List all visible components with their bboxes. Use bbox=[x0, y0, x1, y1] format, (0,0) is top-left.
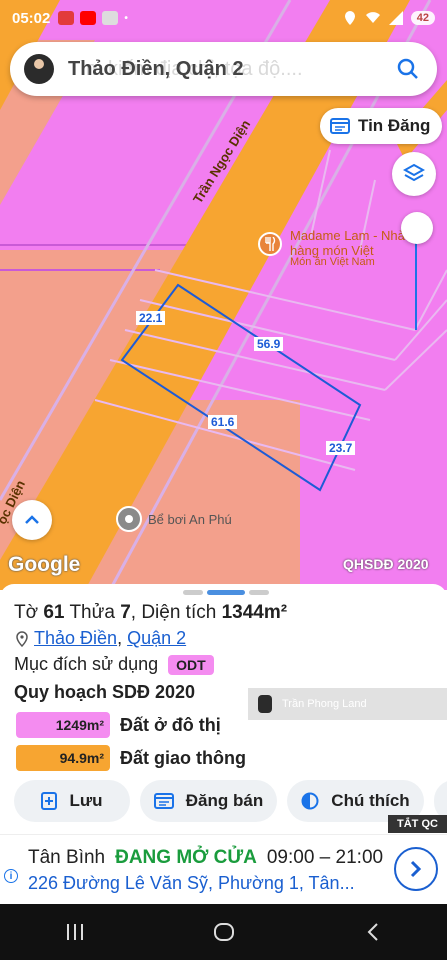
avatar[interactable] bbox=[24, 54, 54, 84]
plan-title: Quy hoạch SDĐ 2020 bbox=[14, 682, 196, 702]
layers-button[interactable] bbox=[392, 152, 436, 196]
back-icon bbox=[367, 923, 378, 941]
zone-label: Đất ở đô thị bbox=[120, 714, 221, 735]
google-logo: Google bbox=[8, 553, 81, 576]
lot-label: Thửa bbox=[69, 602, 115, 623]
recent-apps-button[interactable] bbox=[55, 912, 95, 952]
screen: Trần Ngọc Diện ọc Diện 22.1 56.9 61.6 23… bbox=[0, 0, 447, 960]
dot-icon: • bbox=[124, 12, 128, 24]
parcel-dimension: 22.1 bbox=[136, 311, 166, 325]
status-time: 05:02 bbox=[12, 9, 51, 27]
lot-number: 7 bbox=[120, 602, 131, 623]
zone-area-chip: 94.9m² bbox=[16, 745, 110, 771]
parcel-panel[interactable]: Tờ 61 Thửa 7, Diện tích 1344m² Thảo Điền… bbox=[0, 584, 447, 834]
chevron-up-icon bbox=[25, 515, 39, 524]
legend-label: Chú thích bbox=[331, 791, 410, 810]
purpose-code-badge: ODT bbox=[168, 654, 214, 675]
home-icon bbox=[213, 923, 234, 941]
watermark: Trần Phong Land bbox=[248, 688, 447, 720]
chevron-right-icon bbox=[410, 860, 422, 878]
layers-icon bbox=[403, 163, 425, 182]
panel-drag-handle[interactable] bbox=[183, 590, 269, 595]
status-bar: 05:02 • 42 bbox=[0, 0, 447, 36]
watermark-avatar bbox=[258, 695, 272, 713]
back-button[interactable] bbox=[353, 912, 393, 952]
wifi-icon bbox=[365, 12, 380, 23]
system-nav-bar bbox=[0, 904, 447, 960]
poi-pool-name: Bể bơi An Phú bbox=[148, 511, 232, 527]
save-label: Lưu bbox=[69, 791, 103, 810]
zone-label: Đất giao thông bbox=[120, 747, 246, 768]
hide-ads-button[interactable]: TẮT QC bbox=[388, 815, 447, 833]
poi-pool[interactable]: Bể bơi An Phú bbox=[116, 506, 232, 532]
notification-icon bbox=[58, 11, 75, 25]
layer-badge: QHSDĐ 2020 bbox=[343, 556, 429, 572]
search-button[interactable] bbox=[395, 56, 421, 82]
ad-banner[interactable]: i Tân Bình ĐANG MỞ CỬA 09:00 – 21:00 226 Đ… bbox=[0, 834, 447, 904]
save-button[interactable]: Lưu bbox=[14, 780, 130, 822]
zone-row: 1249m² Đất ở đô thị bbox=[16, 712, 221, 738]
location-pin-icon bbox=[16, 630, 28, 647]
ad-hours: 09:00 – 21:00 bbox=[266, 847, 384, 868]
listing-icon bbox=[330, 118, 350, 134]
listing-icon bbox=[153, 793, 174, 809]
ad-go-button[interactable] bbox=[394, 847, 438, 891]
ad-headline: Tân Bình ĐANG MỞ CỬA 09:00 – 21:00 bbox=[28, 847, 383, 869]
watermark-text: Trần Phong Land bbox=[282, 698, 367, 710]
add-document-icon bbox=[41, 792, 58, 810]
search-bar[interactable]: Tìm kiếm địa chỉ, tọa độ.... Thảo Điền, … bbox=[10, 42, 437, 96]
recent-apps-icon bbox=[66, 924, 83, 940]
search-value: Thảo Điền, Quận 2 bbox=[68, 57, 244, 80]
ad-open-status: ĐANG MỞ CỬA bbox=[115, 847, 257, 868]
parcel-dimension: 61.6 bbox=[208, 415, 238, 429]
parcel-dimension: 56.9 bbox=[254, 337, 284, 351]
area-value: 1344m² bbox=[221, 602, 288, 623]
land-purpose: Mục đích sử dụng ODT bbox=[14, 654, 214, 675]
parcel-address: Thảo Điền, Quận 2 bbox=[16, 628, 186, 649]
poi-restaurant-category: Món ăn Việt Nam bbox=[290, 256, 375, 268]
tin-dang-button[interactable]: Tin Đăng bbox=[320, 108, 443, 144]
ad-store-name: Tân Bình bbox=[28, 847, 106, 868]
ward-link[interactable]: Thảo Điền bbox=[34, 628, 117, 649]
zone-row: 94.9m² Đất giao thông bbox=[16, 745, 246, 771]
parcel-dimension: 23.7 bbox=[326, 441, 356, 455]
restaurant-icon bbox=[258, 232, 282, 256]
opacity-slider-handle[interactable] bbox=[401, 212, 433, 244]
battery-level: 42 bbox=[410, 11, 435, 25]
signal-icon bbox=[388, 11, 403, 25]
area-label: , Diện tích bbox=[130, 602, 217, 623]
info-icon[interactable]: i bbox=[4, 869, 18, 883]
home-button[interactable] bbox=[204, 912, 244, 952]
sheet-label: Tờ bbox=[14, 602, 39, 623]
action-bar: Lưu Đăng bán Chú thích bbox=[14, 780, 447, 822]
post-label: Đăng bán bbox=[185, 791, 264, 810]
post-for-sale-button[interactable]: Đăng bán bbox=[140, 780, 277, 822]
contrast-icon bbox=[301, 792, 319, 810]
ad-address: 226 Đường Lê Văn Sỹ, Phường 1, Tân... bbox=[28, 873, 355, 893]
district-link[interactable]: Quận 2 bbox=[127, 628, 186, 649]
app-icon bbox=[102, 11, 119, 25]
location-icon bbox=[344, 11, 355, 25]
purpose-label: Mục đích sử dụng bbox=[14, 654, 159, 674]
parcel-title: Tờ 61 Thửa 7, Diện tích 1344m² bbox=[14, 602, 287, 624]
sheet-number: 61 bbox=[43, 602, 65, 623]
location-pin-icon bbox=[116, 506, 142, 532]
search-icon bbox=[397, 58, 418, 79]
expand-up-button[interactable] bbox=[12, 500, 52, 540]
youtube-icon bbox=[80, 11, 97, 25]
tin-dang-label: Tin Đăng bbox=[358, 116, 431, 135]
search-input[interactable]: Tìm kiếm địa chỉ, tọa độ.... Thảo Điền, … bbox=[68, 58, 395, 81]
zone-area-chip: 1249m² bbox=[16, 712, 110, 738]
